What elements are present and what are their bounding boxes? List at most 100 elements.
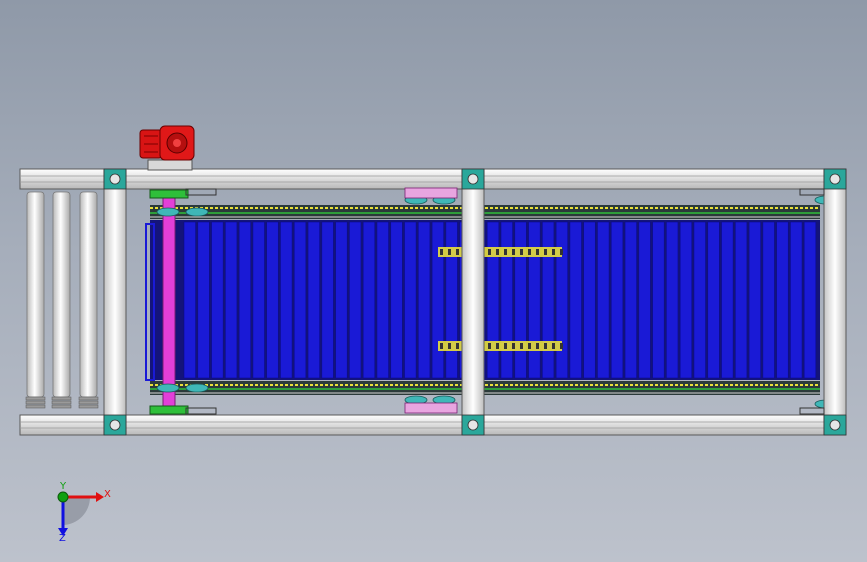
motor-mount xyxy=(147,159,193,171)
slat xyxy=(486,221,500,379)
slat xyxy=(307,221,320,379)
slat xyxy=(790,221,803,379)
link-tick xyxy=(440,249,443,255)
slat xyxy=(293,221,307,379)
slat xyxy=(514,221,527,379)
slat xyxy=(335,221,348,379)
roller-foot xyxy=(78,400,99,405)
link-tick xyxy=(536,343,539,349)
slat xyxy=(376,221,389,379)
sprocket xyxy=(185,383,209,393)
link-tick xyxy=(528,249,531,255)
roller xyxy=(79,191,98,398)
slat xyxy=(266,221,279,379)
slat xyxy=(679,221,693,379)
link-tick xyxy=(544,249,547,255)
left-post[interactable] xyxy=(103,168,127,436)
link-tick xyxy=(512,343,515,349)
slat xyxy=(528,221,541,379)
roller-foot xyxy=(78,404,99,409)
link-tick xyxy=(520,343,523,349)
roller-foot xyxy=(51,400,72,405)
link-tick xyxy=(528,343,531,349)
link-tick xyxy=(560,343,563,349)
top-rail[interactable] xyxy=(19,168,847,190)
roller xyxy=(52,191,71,398)
link-tick xyxy=(520,249,523,255)
bracket-top-left xyxy=(185,188,217,196)
slat xyxy=(555,221,569,379)
link-tick xyxy=(536,249,539,255)
slat xyxy=(211,221,224,379)
slat xyxy=(404,221,417,379)
slat xyxy=(652,221,665,379)
right-post[interactable] xyxy=(823,168,847,436)
roller-foot xyxy=(25,404,46,409)
x-axis-label: X xyxy=(104,489,111,500)
slat xyxy=(349,221,362,379)
motor-hub xyxy=(173,139,181,147)
sprocket xyxy=(185,207,209,217)
shaft-body xyxy=(162,194,176,411)
slat xyxy=(597,221,610,379)
slat xyxy=(666,221,679,379)
joint-bolt xyxy=(467,173,479,185)
gear-motor-icon[interactable] xyxy=(139,125,195,171)
roller xyxy=(26,191,45,398)
slat xyxy=(610,221,624,379)
joint-bolt xyxy=(467,419,479,431)
sprocket xyxy=(156,383,180,393)
bracket-top-right xyxy=(799,188,825,196)
middle-post[interactable] xyxy=(461,168,485,436)
bracket-bottom-left xyxy=(185,407,217,415)
slat xyxy=(418,221,431,379)
slat xyxy=(225,221,238,379)
slat-belt xyxy=(150,220,820,380)
slat xyxy=(500,221,513,379)
shaft-bearing-top xyxy=(149,189,189,199)
z-axis-label: Z xyxy=(59,533,66,544)
slat xyxy=(238,221,252,379)
link-tick xyxy=(544,343,547,349)
idle-rollers xyxy=(25,191,99,409)
slat xyxy=(762,221,775,379)
link-tick xyxy=(456,249,459,255)
link-tick xyxy=(488,249,491,255)
slat xyxy=(183,221,196,379)
slat xyxy=(721,221,734,379)
joint-bolt xyxy=(109,173,121,185)
roller-foot xyxy=(25,400,46,405)
bottom-rail[interactable] xyxy=(19,414,847,436)
link-tick xyxy=(552,249,555,255)
link-tick xyxy=(552,343,555,349)
link-tick xyxy=(488,343,491,349)
link-tick xyxy=(440,343,443,349)
roller-foot xyxy=(78,396,99,401)
link-tick xyxy=(448,249,451,255)
link-tick xyxy=(504,343,507,349)
slat xyxy=(693,221,706,379)
y-axis-label: Y xyxy=(59,481,67,492)
tensioner-top xyxy=(404,187,458,199)
link-tick xyxy=(512,249,515,255)
link-tick xyxy=(496,249,499,255)
slat xyxy=(542,221,555,379)
cad-viewport[interactable]: X Y Z xyxy=(0,0,867,562)
slat xyxy=(252,221,265,379)
bracket-bottom-right xyxy=(799,407,825,415)
slat xyxy=(638,221,651,379)
slat xyxy=(624,221,637,379)
link-tick xyxy=(496,343,499,349)
slat xyxy=(280,221,293,379)
joint-bolt xyxy=(109,419,121,431)
slat xyxy=(776,221,789,379)
slat xyxy=(445,221,458,379)
link-tick xyxy=(504,249,507,255)
slat xyxy=(748,221,761,379)
y-axis-dot xyxy=(57,491,69,503)
slat xyxy=(569,221,582,379)
slat xyxy=(803,221,817,379)
slat xyxy=(735,221,748,379)
roller-foot xyxy=(51,396,72,401)
slat xyxy=(583,221,596,379)
